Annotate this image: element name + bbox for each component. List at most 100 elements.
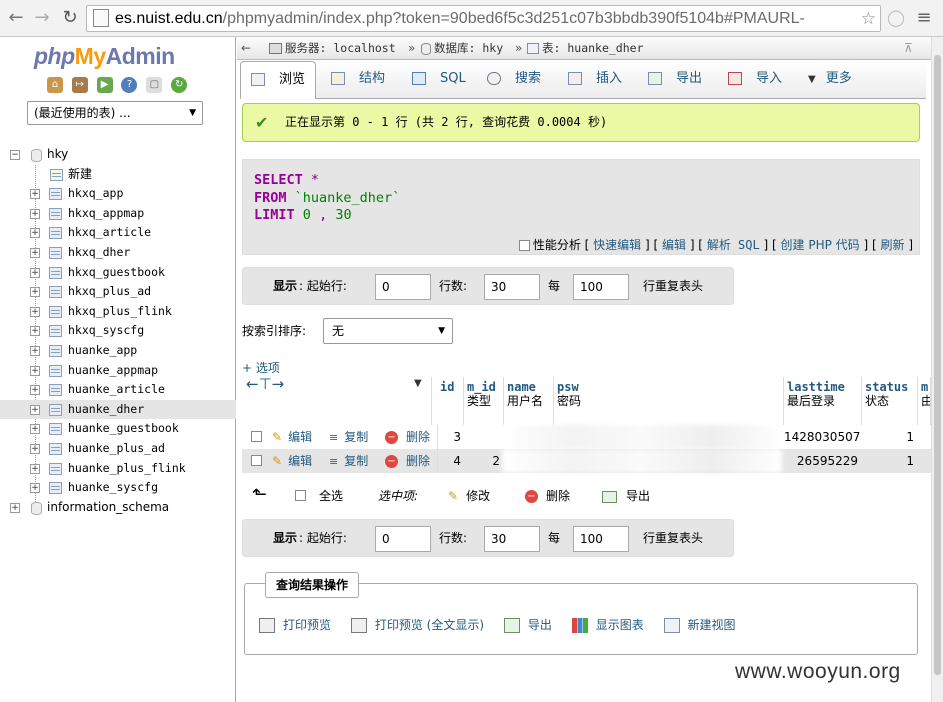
tree-table-item[interactable]: + huanke_plus_ad [0, 439, 236, 459]
query-window-icon[interactable]: ▶ [96, 77, 113, 93]
expand-icon[interactable]: + [30, 385, 40, 396]
expand-icon[interactable]: + [30, 287, 40, 298]
row-delete-link[interactable]: − 删除 [385, 425, 430, 449]
expand-icon[interactable]: + [30, 189, 40, 200]
expand-icon[interactable]: + [30, 365, 40, 376]
tree-table-label[interactable]: huanke_article [68, 380, 165, 400]
tab-insert[interactable]: 插入 [568, 61, 622, 99]
expand-icon[interactable]: + [30, 463, 40, 474]
column-header[interactable]: id [437, 377, 464, 425]
tab-more[interactable]: ▼ 更多 [808, 61, 852, 99]
tree-table-item[interactable]: + hkxq_plus_ad [0, 282, 236, 302]
forward-icon[interactable]: → [30, 7, 54, 31]
column-name[interactable]: lasttime [787, 377, 861, 394]
tree-table-item[interactable]: + huanke_appmap [0, 361, 236, 381]
tree-table-item[interactable]: + huanke_syscfg [0, 478, 236, 498]
start-row-input[interactable]: 0 [375, 526, 431, 552]
cell-m-id[interactable] [464, 425, 500, 449]
expand-icon[interactable]: + [30, 228, 40, 239]
cell-id[interactable]: 3 [437, 425, 461, 449]
table-icon[interactable] [49, 325, 62, 338]
bulk-edit-button[interactable]: ✎ 修改 [448, 485, 490, 507]
edit-link[interactable]: 编辑 [662, 238, 686, 252]
column-name[interactable]: id [440, 377, 463, 394]
expand-icon[interactable]: + [30, 443, 40, 454]
table-icon[interactable] [49, 344, 62, 357]
display-chart-link[interactable]: 显示图表 [571, 618, 652, 633]
tree-table-item[interactable]: + huanke_article [0, 380, 236, 400]
tree-table-item[interactable]: + huanke_plus_flink [0, 459, 236, 479]
row-checkbox[interactable] [251, 431, 262, 442]
tree-table-item[interactable]: + hkxq_syscfg [0, 321, 236, 341]
row-edit-link[interactable]: ✎ 编辑 [272, 449, 312, 473]
help-icon[interactable]: ? [121, 77, 138, 93]
explain-sql-link[interactable]: 解析 SQL [707, 238, 760, 252]
create-php-link[interactable]: 创建 PHP 代码 [781, 238, 860, 252]
cell-status[interactable]: 1 [862, 449, 914, 473]
repeat-header-input[interactable]: 100 [573, 526, 629, 552]
expand-icon[interactable]: + [30, 345, 40, 356]
tree-table-item[interactable]: + hkxq_article [0, 223, 236, 243]
bookmark-star-icon[interactable]: ☆ [858, 6, 876, 31]
tab-browse[interactable]: 浏览 [240, 61, 316, 99]
table-icon[interactable] [49, 246, 62, 259]
tree-table-label[interactable]: hkxq_syscfg [68, 321, 144, 341]
table-icon[interactable] [49, 423, 62, 436]
tree-table-label[interactable]: huanke_appmap [68, 361, 158, 381]
tree-db-information-schema[interactable]: + information_schema [0, 498, 236, 518]
expand-icon[interactable]: + [30, 424, 40, 435]
expand-icon[interactable]: + [30, 247, 40, 258]
address-bar[interactable]: es.nuist.edu.cn/phpmyadmin/index.php?tok… [86, 5, 881, 32]
phpmyadmin-logo[interactable]: phpMyAdmin [34, 43, 175, 70]
tree-table-label[interactable]: hkxq_article [68, 223, 151, 243]
column-header[interactable]: status 状态 [862, 377, 918, 425]
tree-table-label[interactable]: hkxq_appmap [68, 204, 144, 224]
profiling-checkbox[interactable] [518, 240, 530, 251]
tree-table-item[interactable]: + hkxq_appmap [0, 204, 236, 224]
tree-table-label[interactable]: huanke_dher [68, 400, 144, 420]
expand-icon[interactable]: + [30, 306, 40, 317]
table-icon[interactable] [49, 286, 62, 299]
tree-table-label[interactable]: huanke_syscfg [68, 478, 158, 498]
table-icon[interactable] [49, 384, 62, 397]
tab-search[interactable]: 搜索 [487, 61, 541, 99]
bulk-delete-button[interactable]: − 删除 [525, 485, 570, 507]
rows-count-input[interactable]: 30 [484, 274, 540, 300]
tree-new-table[interactable]: 新建 [0, 165, 236, 185]
tree-table-item[interactable]: + hkxq_guestbook [0, 263, 236, 283]
tree-table-label[interactable]: huanke_plus_flink [68, 459, 186, 479]
column-header[interactable]: m由 [918, 377, 931, 425]
table-icon[interactable] [49, 364, 62, 377]
menu-icon[interactable]: ≡ [912, 7, 936, 31]
logout-icon[interactable]: ↦ [71, 77, 88, 93]
home-icon[interactable]: ⌂ [47, 77, 63, 93]
table-icon[interactable] [49, 462, 62, 475]
collapse-top-icon[interactable]: ⊼ [904, 37, 913, 60]
column-name[interactable]: m [921, 377, 930, 394]
expand-icon[interactable]: + [30, 483, 40, 494]
expand-icon[interactable]: + [30, 404, 40, 415]
row-delete-link[interactable]: − 删除 [385, 449, 430, 473]
table-icon[interactable] [49, 227, 62, 240]
docs-icon[interactable]: ▢ [146, 77, 163, 93]
table-icon[interactable] [49, 207, 62, 220]
extension-icon[interactable]: ◯ [884, 7, 908, 31]
tree-table-label[interactable]: hkxq_guestbook [68, 263, 165, 283]
chevron-down-icon[interactable]: ▼ [414, 377, 422, 391]
tree-db-hky[interactable]: − hky [0, 145, 236, 165]
table-icon[interactable] [49, 442, 62, 455]
tree-table-item[interactable]: + hkxq_dher [0, 243, 236, 263]
column-header[interactable]: name 用户名 [504, 377, 554, 425]
expand-icon[interactable]: + [30, 208, 40, 219]
column-name[interactable]: m_id [467, 377, 503, 394]
row-copy-link[interactable]: ≡ 复制 [329, 449, 368, 473]
inline-edit-link[interactable]: 快速编辑 [593, 238, 641, 252]
table-icon[interactable] [49, 188, 62, 201]
recent-tables-select[interactable]: (最近使用的表) ... ▼ [27, 101, 203, 125]
tab-structure[interactable]: 结构 [331, 61, 385, 99]
tree-table-label[interactable]: hkxq_dher [68, 243, 130, 263]
tree-table-item[interactable]: + huanke_guestbook [0, 419, 236, 439]
table-icon[interactable] [49, 305, 62, 318]
table-icon[interactable] [49, 266, 62, 279]
table-icon[interactable] [49, 403, 62, 416]
